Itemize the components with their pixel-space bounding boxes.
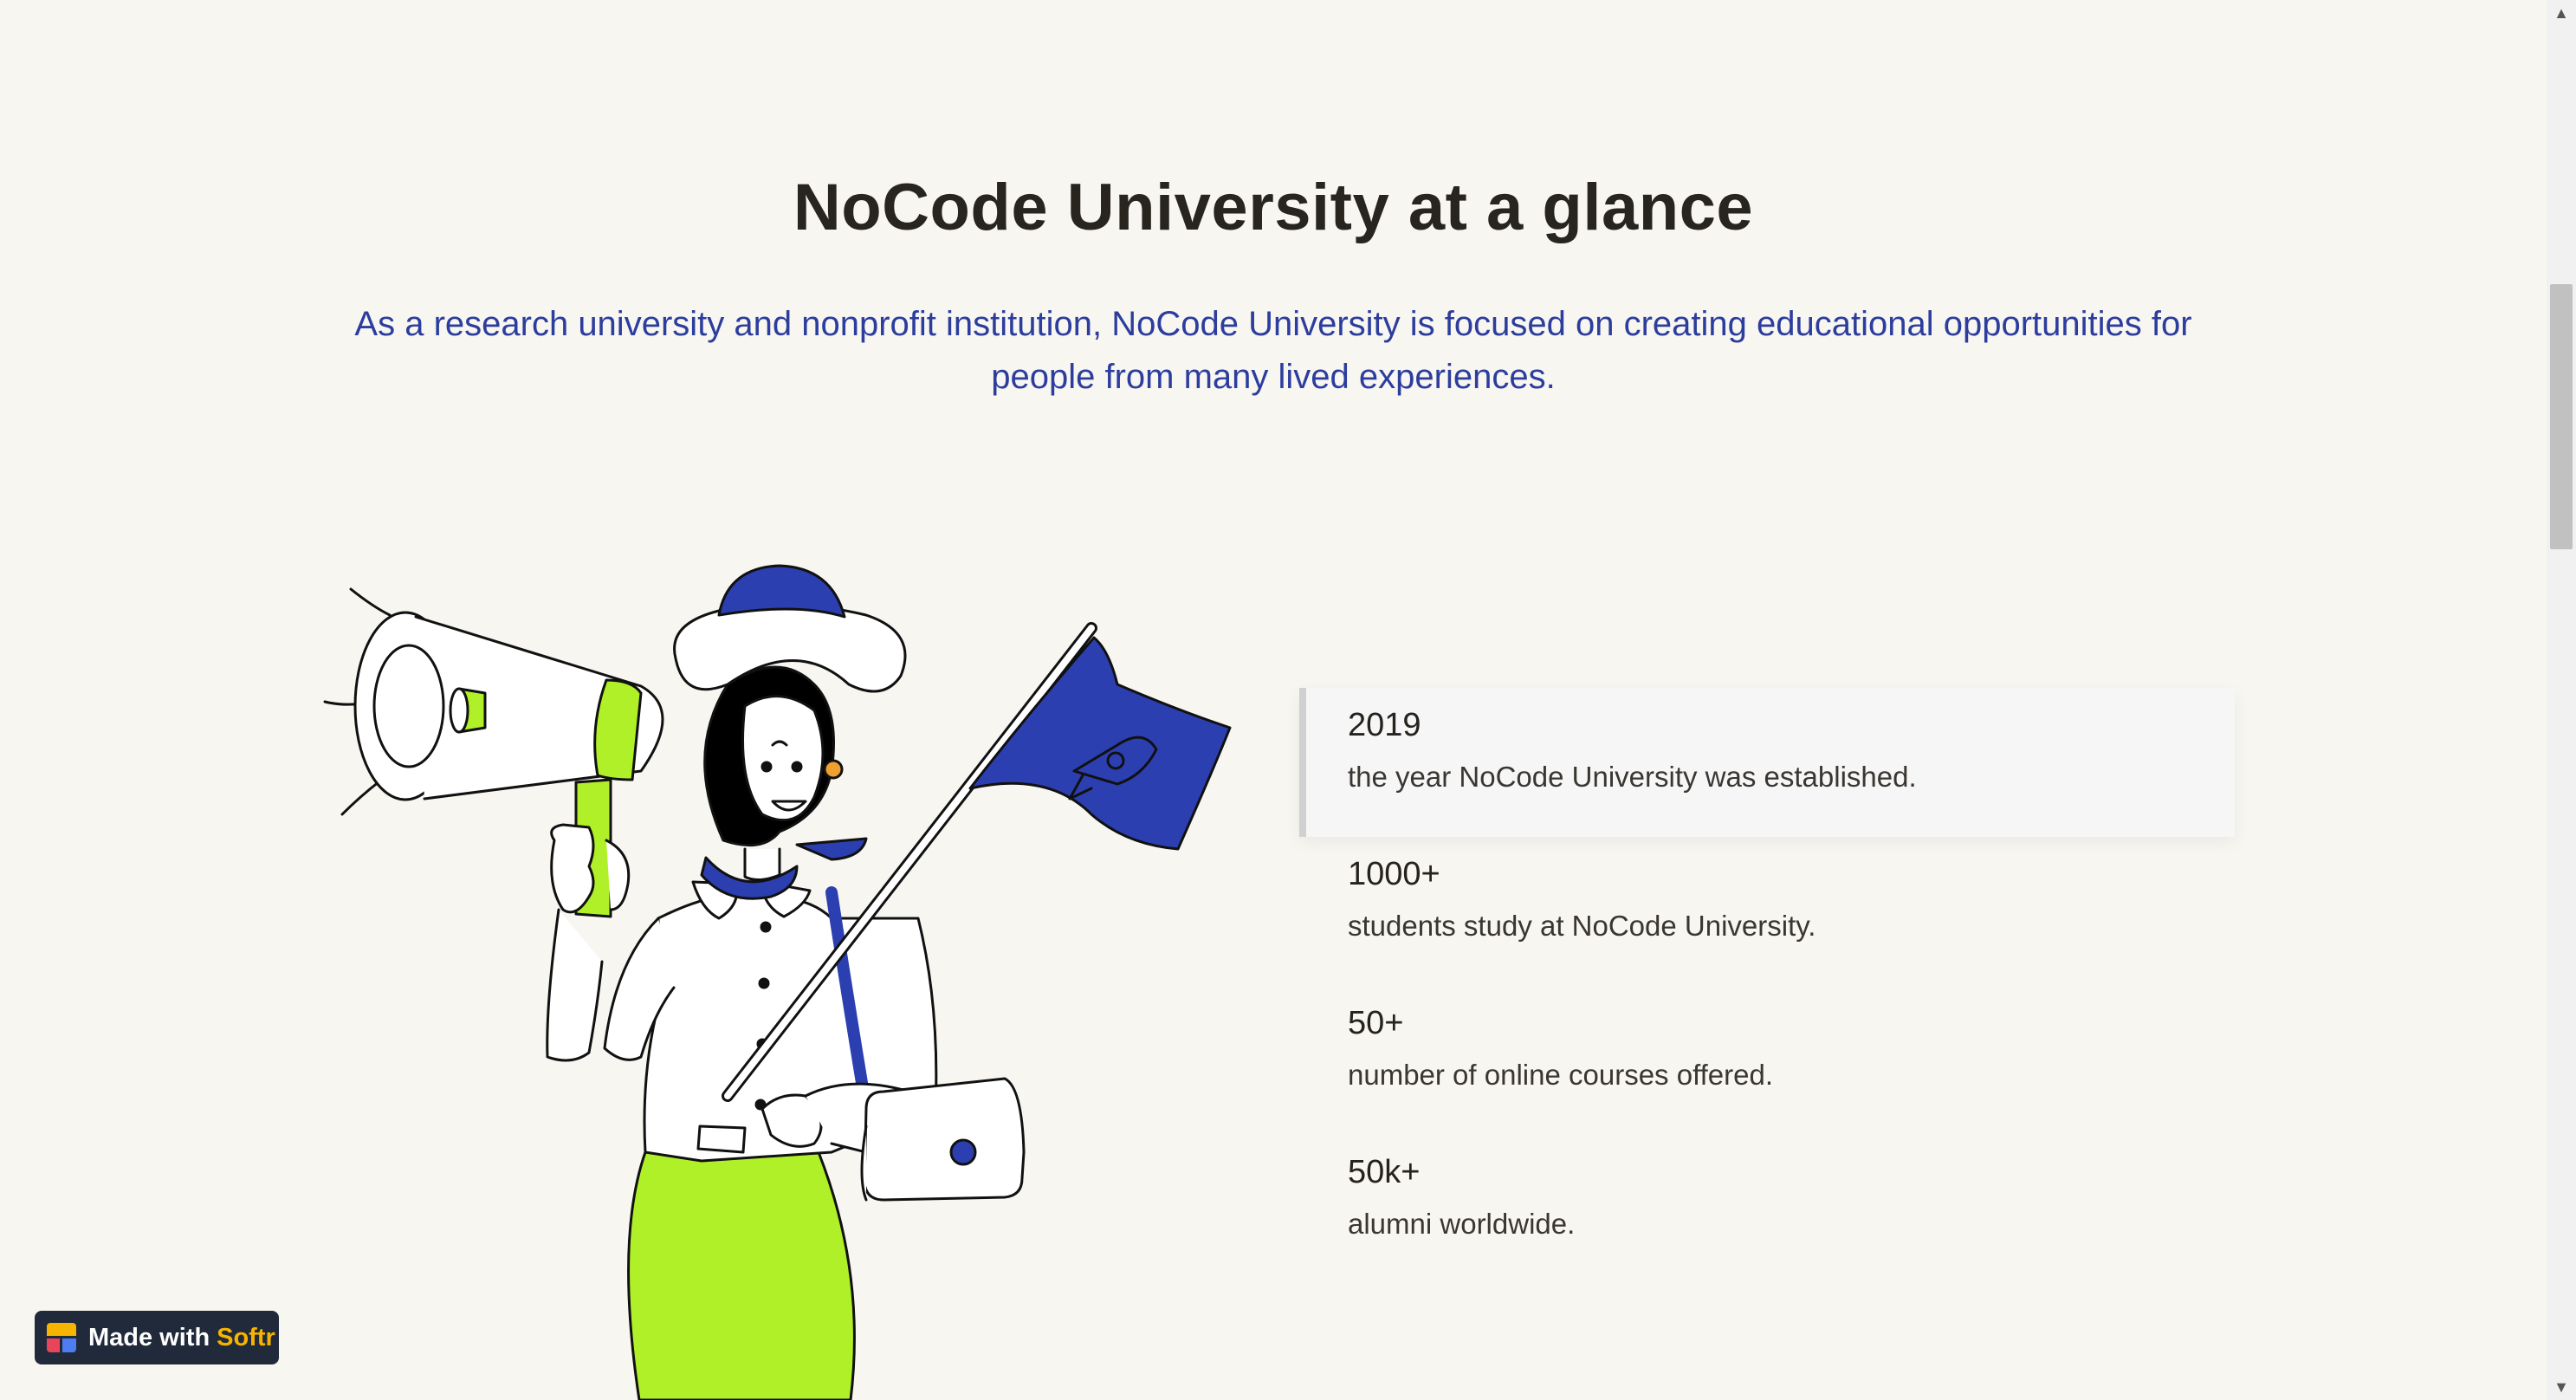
stat-value: 50+ xyxy=(1348,1005,1404,1041)
softr-logo-icon xyxy=(47,1323,76,1352)
stat-item-established[interactable]: 2019 the year NoCode University was esta… xyxy=(1299,688,2235,837)
stat-item-courses[interactable]: 50+ number of online courses offered. xyxy=(1299,986,2235,1135)
badge-prefix: Made with xyxy=(88,1323,210,1351)
stat-item-students[interactable]: 1000+ students study at NoCode Universit… xyxy=(1299,837,2235,986)
section-subtitle: As a research university and nonprofit i… xyxy=(354,305,2192,396)
section-title: NoCode University at a glance xyxy=(793,171,1754,244)
scrollbar-thumb[interactable] xyxy=(2550,284,2573,549)
stat-description: the year NoCode University was establish… xyxy=(1348,761,1917,793)
chevron-up-icon[interactable]: ▲ xyxy=(2547,0,2576,26)
chevron-down-icon[interactable]: ▼ xyxy=(2547,1374,2576,1400)
stat-value: 50k+ xyxy=(1348,1154,1421,1190)
made-with-softr-badge[interactable]: Made with Softr xyxy=(35,1311,279,1364)
stat-description: alumni worldwide. xyxy=(1348,1208,1576,1240)
page: NoCode University at a glance As a resea… xyxy=(0,0,2576,1400)
stat-description: number of online courses offered. xyxy=(1348,1059,1774,1091)
stat-value: 2019 xyxy=(1348,707,1421,743)
stat-description: students study at NoCode University. xyxy=(1348,910,1816,942)
stat-item-alumni[interactable]: 50k+ alumni worldwide. xyxy=(1299,1135,2235,1284)
stats-list: 2019 the year NoCode University was esta… xyxy=(1299,688,2235,1284)
woman-megaphone-illustration xyxy=(323,564,1232,1400)
badge-brand: Softr xyxy=(217,1323,275,1351)
vertical-scrollbar[interactable]: ▲ ▼ xyxy=(2547,0,2576,1400)
stat-value: 1000+ xyxy=(1348,856,1440,892)
